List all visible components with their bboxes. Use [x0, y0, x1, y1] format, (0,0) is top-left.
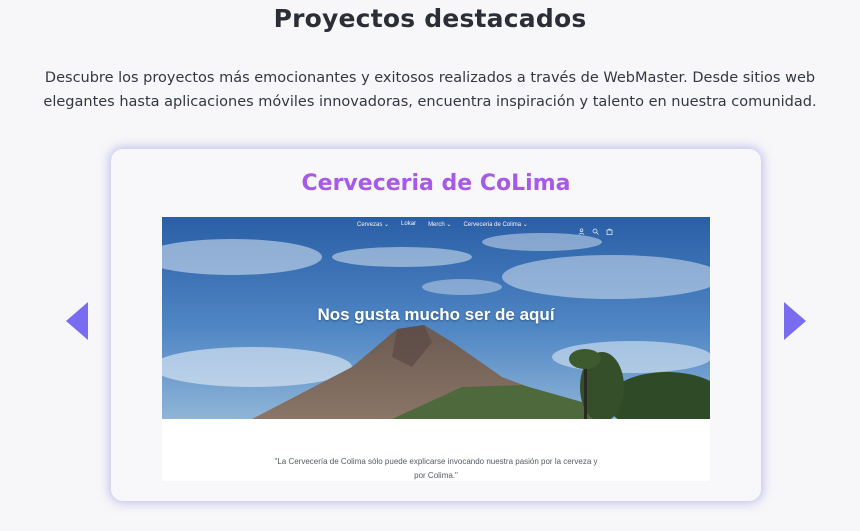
search-icon[interactable] [592, 220, 599, 235]
section-title: Proyectos destacados [273, 4, 587, 33]
carousel-prev-button[interactable] [66, 302, 88, 340]
site-logo[interactable]: ⌒ [254, 217, 261, 224]
site-nav-item[interactable]: Lokar [401, 221, 416, 228]
site-icons [578, 220, 613, 235]
project-title: Cerveceria de CoLima [301, 171, 571, 196]
hero-quote: "La Cervecería de Colima sólo puede expl… [274, 457, 598, 480]
user-icon[interactable] [578, 220, 585, 235]
bag-icon[interactable] [606, 220, 613, 235]
hero-image [162, 217, 710, 481]
carousel-next-button[interactable] [784, 302, 806, 340]
section-description: Descubre los proyectos más emocionantes … [43, 70, 817, 110]
hero-heading: Nos gusta mucho ser de aquí [317, 305, 555, 324]
site-nav: Cervezas ⌄ Lokar Merch ⌄ Cerveceria de C… [357, 221, 528, 228]
site-nav-item[interactable]: Cervezas ⌄ [357, 221, 389, 228]
site-nav-item[interactable]: Merch ⌄ [428, 221, 451, 228]
project-card: Cerveceria de CoLima ⌒ Cervezas ⌄ Lokar … [111, 149, 761, 501]
site-nav-item[interactable]: Cerveceria de Colima ⌄ [463, 221, 527, 228]
project-screenshot[interactable]: ⌒ Cervezas ⌄ Lokar Merch ⌄ Cerveceria de… [162, 217, 710, 481]
